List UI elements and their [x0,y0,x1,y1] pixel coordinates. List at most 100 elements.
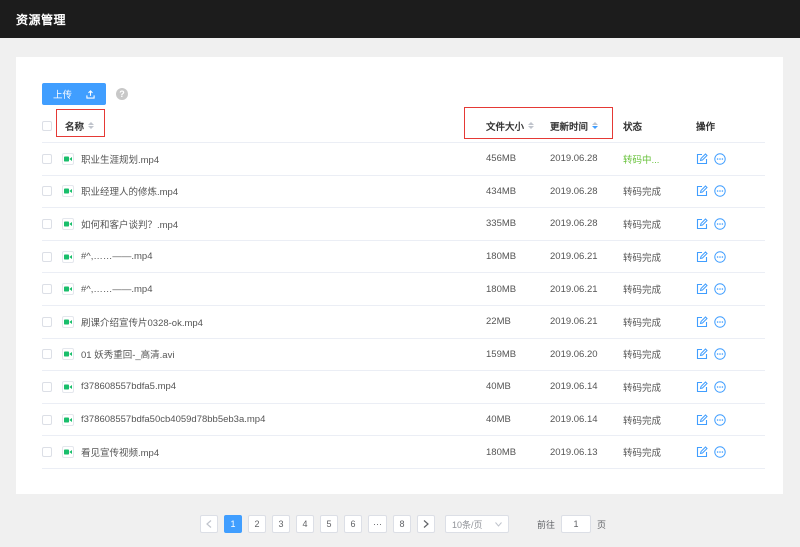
upload-label: 上传 [52,90,72,101]
update-time: 2019.06.21 [550,316,598,328]
video-file-icon [62,446,74,459]
table-row: 01 妖秀重回-_高清.avi 159MB 2019.06.20 转码完成 [42,339,765,372]
row-checkbox[interactable] [42,186,52,197]
status-text: 转码完成 [623,252,662,264]
help-icon[interactable]: ? [116,88,128,100]
table-row: 刷课介绍宣传片0328-ok.mp4 22MB 2019.06.21 转码完成 [42,306,765,339]
row-checkbox[interactable] [42,316,52,327]
edit-icon[interactable] [696,185,708,197]
sort-icon[interactable] [592,122,599,129]
file-name[interactable]: 01 妖秀重回-_高清.avi [81,347,174,361]
page-button[interactable]: 1 [224,515,242,533]
video-file-icon [62,413,74,426]
header-size[interactable]: 文件大小 [476,119,550,133]
edit-icon[interactable] [696,218,708,230]
row-checkbox[interactable] [42,414,52,425]
file-name[interactable]: 如何和客户谈判？.mp4 [81,217,178,231]
edit-icon[interactable] [696,153,708,165]
file-name[interactable]: f378608557bdfa5.mp4 [81,381,176,392]
update-time: 2019.06.21 [550,283,598,295]
row-checkbox[interactable] [42,349,52,360]
file-name[interactable]: 看见宣传视频.mp4 [81,445,159,459]
table-row: #^,……——.mp4 180MB 2019.06.21 转码完成 [42,273,765,306]
select-all-checkbox[interactable] [42,120,52,131]
sort-icon[interactable] [88,122,95,129]
header-ops: 操作 [696,121,716,133]
row-checkbox[interactable] [42,153,52,164]
file-name[interactable]: #^,……——.mp4 [81,284,153,295]
file-name[interactable]: f378608557bdfa50cb4059d78bb5eb3a.mp4 [81,414,265,425]
more-icon[interactable] [714,381,726,393]
edit-icon[interactable] [696,283,708,295]
page-button[interactable]: 2 [248,515,266,533]
more-icon[interactable] [714,153,726,165]
more-pages-button[interactable]: ··· [368,515,387,533]
update-time: 2019.06.21 [550,251,598,263]
video-file-icon [62,348,74,361]
file-size: 434MB [486,185,517,197]
table-row: #^,……——.mp4 180MB 2019.06.21 转码完成 [42,241,765,274]
resource-card: 上传 ? 名称 文件大小 更新时间 状态 操作 职业生涯规划.mp4 456MB… [16,57,783,494]
file-name[interactable]: #^,……——.mp4 [81,251,153,262]
header-name[interactable]: 名称 [62,119,476,133]
more-icon[interactable] [714,316,726,328]
file-name[interactable]: 职业经理人的修炼.mp4 [81,184,178,198]
page-button[interactable]: 4 [296,515,314,533]
row-checkbox[interactable] [42,218,52,229]
table-body: 职业生涯规划.mp4 456MB 2019.06.28 转码中... 职业经理人的修炼.… [42,143,765,469]
row-checkbox[interactable] [42,447,52,458]
table-header: 名称 文件大小 更新时间 状态 操作 [42,109,765,143]
video-file-icon [62,283,74,296]
video-file-icon [62,315,74,328]
more-icon[interactable] [714,283,726,295]
edit-icon[interactable] [696,413,708,426]
row-checkbox[interactable] [42,251,52,262]
row-checkbox[interactable] [42,284,52,295]
table-row: 职业生涯规划.mp4 456MB 2019.06.28 转码中... [42,143,765,176]
edit-icon[interactable] [696,381,708,393]
more-icon[interactable] [714,413,726,426]
page-button[interactable]: 6 [344,515,362,533]
upload-icon [86,89,95,99]
more-icon[interactable] [714,348,726,361]
edit-icon[interactable] [696,348,708,360]
upload-button[interactable]: 上传 [42,83,106,105]
edit-icon[interactable] [696,446,708,458]
status-text: 转码完成 [623,219,662,231]
header-status: 状态 [623,121,643,133]
file-size: 180MB [486,446,517,458]
edit-icon[interactable] [696,250,708,263]
file-size: 180MB [486,283,517,295]
more-icon[interactable] [714,250,726,263]
page-button[interactable]: 3 [272,515,290,533]
top-bar: 资源管理 [0,0,800,38]
more-icon[interactable] [714,218,726,230]
chevron-down-icon [495,521,502,527]
prev-page-button[interactable] [200,515,218,533]
update-time: 2019.06.14 [550,414,598,426]
header-time[interactable]: 更新时间 [550,119,623,133]
resource-table: 名称 文件大小 更新时间 状态 操作 职业生涯规划.mp4 456MB 2019.0… [42,109,765,469]
page-button[interactable]: 5 [320,515,338,533]
page-size-select[interactable]: 10条/页 [445,515,509,533]
goto-page-input[interactable]: 1 [561,515,592,533]
more-icon[interactable] [714,185,726,198]
page-unit-label: 页 [597,519,607,530]
more-icon[interactable] [714,446,726,458]
video-file-icon [62,217,74,230]
next-page-button[interactable] [417,515,435,533]
video-file-icon [62,152,74,165]
page-list: 1 2 3 4 5 6 ··· 8 [224,515,411,533]
video-file-icon [62,185,74,198]
file-name[interactable]: 刷课介绍宣传片0328-ok.mp4 [81,315,203,329]
edit-icon[interactable] [696,316,708,328]
file-size: 456MB [486,153,517,165]
status-text: 转码完成 [623,415,662,427]
file-name[interactable]: 职业生涯规划.mp4 [81,152,159,166]
status-text: 转码中... [623,154,660,166]
goto-label: 前往 [537,519,556,530]
table-row: f378608557bdfa5.mp4 40MB 2019.06.14 转码完成 [42,371,765,404]
page-button[interactable]: 8 [393,515,411,533]
row-checkbox[interactable] [42,381,52,392]
sort-icon[interactable] [528,122,535,129]
